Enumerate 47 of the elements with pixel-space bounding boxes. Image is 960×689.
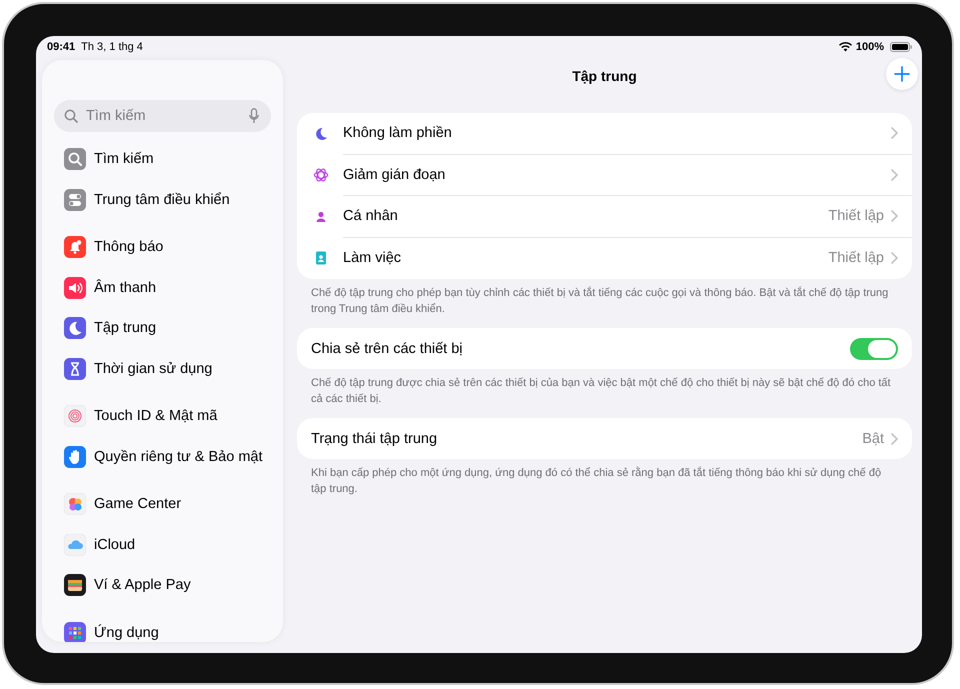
focus-mode-row[interactable]: Không làm phiền — [297, 113, 912, 154]
sidebar-item[interactable]: iCloud — [42, 524, 283, 565]
share-label: Chia sẻ trên các thiết bị — [311, 340, 464, 356]
focus-mode-label: Không làm phiền — [343, 125, 453, 142]
battery-icon — [890, 42, 912, 52]
status-time: 09:41 — [47, 41, 76, 53]
status-date: Th 3, 1 thg 4 — [81, 41, 143, 53]
chevron-icon — [891, 252, 898, 264]
sidebar-item[interactable]: Touch ID & Mật mã — [42, 396, 283, 436]
focus-mode-row[interactable]: Làm việc Thiết lập — [297, 238, 912, 279]
add-button[interactable] — [886, 58, 918, 90]
battery-percent: 100% — [856, 41, 884, 53]
sidebar-item[interactable]: Âm thanh — [42, 268, 283, 308]
sidebar-item[interactable]: Tập trung — [42, 308, 283, 348]
focus-mode-row[interactable]: Giảm gián đoạn — [297, 154, 912, 196]
focus-mode-value: Thiết lập — [828, 250, 884, 266]
focus-footnote: Chế độ tập trung cho phép bạn tùy chỉnh các thiết bị và tắt tiếng các cuộc gọi và thông báo. Bật và tắt chế độ tập trung trong Trung tâm điều khiển. — [311, 286, 890, 317]
focus-mode-row[interactable]: Cá nhân Thiết lập — [297, 196, 912, 238]
microphone-icon — [249, 108, 259, 124]
share-toggle[interactable] — [850, 338, 898, 360]
chevron-icon — [891, 432, 898, 444]
focus-mode-label: Giảm gián đoạn — [343, 166, 446, 183]
sidebar-item[interactable]: Ứng dụng — [42, 612, 283, 642]
sidebar-item[interactable]: Game Center — [42, 484, 283, 524]
sidebar-item[interactable]: Ví & Apple Pay — [42, 565, 283, 606]
sidebar-item[interactable]: Thông báo — [42, 227, 283, 268]
chevron-icon — [891, 127, 898, 140]
focus-status-value: Bật — [862, 430, 884, 446]
page-title: Tập trung — [572, 68, 637, 84]
sidebar-item[interactable]: Trung tâm điều khiển — [42, 180, 283, 220]
sidebar-item[interactable]: Quyền riêng tư & Bảo mật — [42, 436, 283, 477]
focus-mode-label: Cá nhân — [343, 208, 399, 224]
chevron-icon — [891, 168, 898, 181]
sidebar-item[interactable]: Thời gian sử dụng — [42, 348, 283, 389]
wifi-icon — [838, 42, 852, 52]
chevron-icon — [891, 210, 898, 222]
focus-mode-value: Thiết lập — [828, 208, 884, 224]
share-footnote: Chế độ tập trung được chia sẻ trên các thiết bị của bạn và việc bật một chế độ cho thiết bị này sẽ bật chế độ đó cho tất cả các thiết bị. — [311, 376, 892, 407]
sidebar-item[interactable]: Tìm kiếm — [42, 139, 283, 180]
search-field[interactable]: Tìm kiếm — [84, 107, 243, 125]
plus-icon — [894, 66, 910, 82]
search-icon — [64, 109, 78, 123]
focus-mode-label: Làm việc — [343, 250, 402, 266]
search-bar[interactable]: Tìm kiếm — [54, 100, 271, 132]
focus-status-row[interactable]: Trạng thái tập trung Bật — [297, 418, 912, 459]
status-footnote: Khi bạn cấp phép cho một ứng dụng, ứng dụng đó có thể chia sẻ rằng bạn đã tắt tiếng thông báo khi sử dụng chế độ tập trung. — [311, 466, 882, 497]
focus-status-label: Trạng thái tập trung — [311, 430, 438, 446]
